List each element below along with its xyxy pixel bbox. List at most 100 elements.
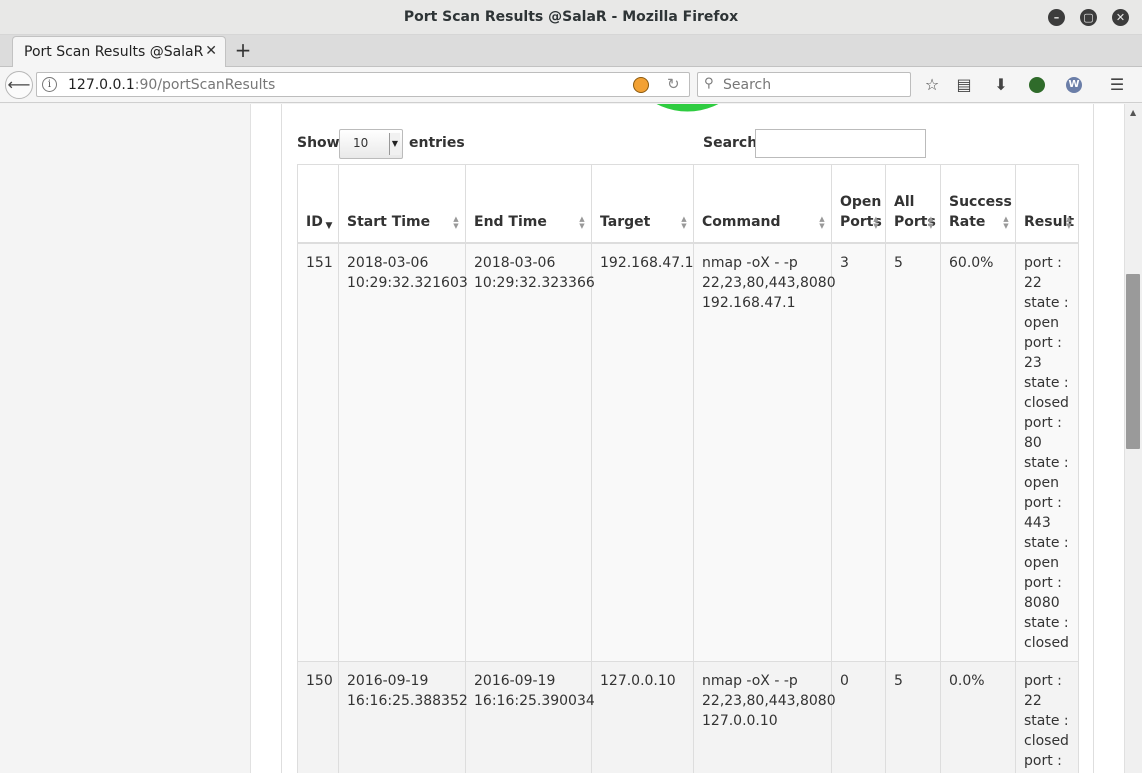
vertical-scrollbar[interactable]: ▲ [1124,104,1142,773]
bookmark-star-icon[interactable]: ☆ [921,74,943,96]
navigation-bar: ⟵ i 127.0.0.1:90/portScanResults ↻ ⚲ Sea… [0,67,1142,103]
cell-end-time: 2018-03-06 10:29:32.323366 [465,242,595,662]
window-title: Port Scan Results @SalaR - Mozilla Firef… [403,9,739,25]
header-label: End Time [474,213,547,230]
sort-icon: ▲ ▼ [1003,214,1009,230]
scroll-up-icon[interactable]: ▲ [1130,108,1136,117]
sort-icon: ▲ ▼ [681,214,687,230]
url-bar[interactable]: i 127.0.0.1:90/portScanResults ↻ [36,72,690,97]
column-header-all-ports[interactable]: All Ports ▲ ▼ [885,164,941,244]
show-label: Show [297,135,340,151]
result-line: port : [1024,334,1062,351]
cell-end-time: 2016-09-19 16:16:25.390034 [465,660,595,773]
result-line: port : [1024,752,1062,769]
end-date: 2016-09-19 [474,672,556,689]
cell-target: 127.0.0.10 [591,660,694,773]
result-line: port : [1024,672,1062,689]
download-icon[interactable]: ⬇ [990,74,1012,96]
result-line: state : [1024,374,1069,391]
reader-list-icon[interactable]: ▤ [953,74,975,96]
url-path: :90/portScanResults [134,77,276,93]
result-line: open [1024,474,1059,491]
result-line: 22 [1024,692,1042,709]
command-line: 22,23,80,443,8080 [702,274,836,291]
minimize-button[interactable]: – [1048,9,1065,26]
dropdown-arrow-icon[interactable]: ▼ [389,133,400,155]
command-line: 192.168.47.1 [702,294,796,311]
extension-icon[interactable] [633,77,649,93]
table-row: 150 2016-09-19 16:16:25.388352 2016-09-19… [297,660,1079,773]
site-info-icon[interactable]: i [42,77,57,92]
url-host: 127.0.0.1 [68,77,135,93]
result-line: 23 [1024,354,1042,371]
result-line: closed [1024,732,1069,749]
column-header-target[interactable]: Target ▲ ▼ [591,164,694,244]
sort-icon: ▲ ▼ [579,214,585,230]
result-line: port : [1024,254,1062,271]
green-extension-icon[interactable] [1026,74,1048,96]
result-line: port : [1024,494,1062,511]
table-header-row: ID ▼ Start Time ▲ ▼ End Time ▲ ▼ Target ▲ ▼ Com… [297,164,1079,244]
cell-all-ports: 5 [885,242,941,662]
maximize-button[interactable]: ▢ [1080,9,1097,26]
sort-icon: ▲ ▼ [453,214,459,230]
left-sidebar [0,104,251,773]
result-line: state : [1024,614,1069,631]
result-line: closed [1024,634,1069,651]
header-label: Target [600,213,651,230]
table-search-input[interactable] [755,129,926,158]
sort-icon: ▲ ▼ [873,214,879,230]
success-gauge-chart [656,104,719,112]
page-size-select[interactable]: 10 ▼ [339,129,403,159]
command-line: 22,23,80,443,8080 [702,692,836,709]
header-label: Start Time [347,213,431,230]
result-line: state : [1024,294,1069,311]
column-header-end-time[interactable]: End Time ▲ ▼ [465,164,592,244]
command-line: 127.0.0.10 [702,712,778,729]
result-line: 8080 [1024,594,1060,611]
tab-label: Port Scan Results @SalaR [24,44,204,60]
tab-bar: Port Scan Results @SalaR ✕ + [0,35,1142,68]
sort-icon: ▲ ▼ [928,214,934,230]
tab-port-scan-results[interactable]: Port Scan Results @SalaR ✕ [12,36,226,68]
back-arrow-icon: ⟵ [7,75,31,94]
cell-open-ports: 0 [831,660,886,773]
page-content: Show 10 ▼ entries Search: ID ▼ Start Time… [0,104,1124,773]
new-tab-button[interactable]: + [232,39,254,61]
menu-icon[interactable]: ☰ [1106,74,1128,96]
reload-icon[interactable]: ↻ [667,75,680,93]
entries-label: entries [409,135,465,151]
cell-success-rate: 60.0% [940,242,1016,662]
cell-command: nmap -oX - -p 22,23,80,443,8080 192.168.47… [693,242,836,662]
header-label: Command [702,213,781,230]
back-button[interactable]: ⟵ [5,71,33,99]
command-line: nmap -oX - -p [702,254,798,271]
search-box[interactable]: ⚲ Search [697,72,911,97]
cell-start-time: 2018-03-06 10:29:32.321603 [338,242,468,662]
cell-all-ports: 5 [885,660,941,773]
port-scan-table: ID ▼ Start Time ▲ ▼ End Time ▲ ▼ Target ▲ ▼ Com… [297,164,1079,773]
result-line: port : [1024,414,1062,431]
window-titlebar: Port Scan Results @SalaR - Mozilla Firef… [0,0,1142,35]
result-line: state : [1024,454,1069,471]
result-line: 80 [1024,434,1042,451]
header-label: ID [306,213,323,230]
sort-icon: ▲ ▼ [819,214,825,230]
scrollbar-thumb[interactable] [1126,274,1140,449]
column-header-id[interactable]: ID ▼ [297,164,339,244]
close-window-button[interactable]: ✕ [1112,9,1129,26]
cell-id: 150 [297,660,339,773]
column-header-command[interactable]: Command ▲ ▼ [693,164,832,244]
start-date: 2018-03-06 [347,254,429,271]
column-header-success-rate[interactable]: Success Rate ▲ ▼ [940,164,1016,244]
end-time: 10:29:32.323366 [474,274,595,291]
w-extension-icon[interactable]: W [1063,74,1085,96]
column-header-result[interactable]: Result ▲ ▼ [1015,164,1079,244]
sort-desc-icon: ▼ [325,220,333,231]
url-text[interactable]: 127.0.0.1:90/portScanResults [68,77,275,93]
cell-command: nmap -oX - -p 22,23,80,443,8080 127.0.0.10 [693,660,836,773]
result-line: closed [1024,394,1069,411]
tab-close-icon[interactable]: ✕ [205,43,217,59]
column-header-open-ports[interactable]: Open Ports ▲ ▼ [831,164,886,244]
column-header-start-time[interactable]: Start Time ▲ ▼ [338,164,466,244]
